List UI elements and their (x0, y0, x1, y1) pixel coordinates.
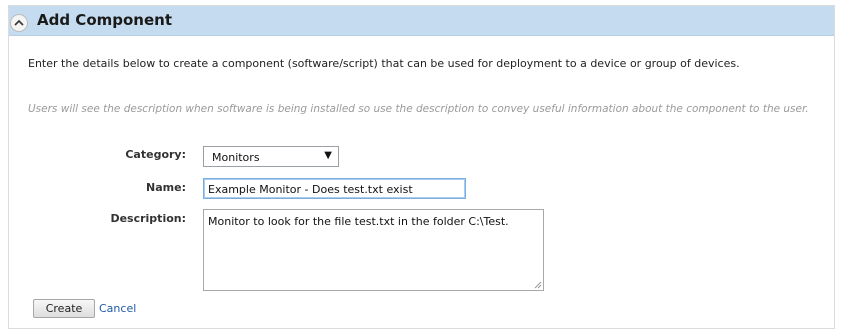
chevron-up-icon (14, 19, 24, 26)
add-component-panel: Add Component Enter the details below to… (8, 5, 835, 329)
description-textarea-value: Monitor to look for the file test.txt in… (208, 215, 509, 228)
name-input[interactable]: Example Monitor - Does test.txt exist (203, 178, 466, 199)
name-label: Name: (146, 181, 186, 194)
create-button[interactable]: Create (33, 299, 95, 318)
cancel-link[interactable]: Cancel (99, 302, 136, 315)
resize-grip-icon[interactable] (534, 281, 542, 289)
hint-text: Users will see the description when soft… (28, 103, 809, 115)
panel-title: Add Component (37, 11, 172, 29)
dropdown-arrow-icon: ▼ (324, 150, 332, 161)
description-label: Description: (110, 212, 186, 225)
category-label: Category: (125, 148, 186, 161)
collapse-button[interactable] (10, 14, 28, 32)
intro-text: Enter the details below to create a comp… (28, 57, 740, 70)
description-textarea[interactable]: Monitor to look for the file test.txt in… (203, 209, 544, 291)
panel-header: Add Component (9, 6, 834, 36)
category-selected-value: Monitors (212, 151, 260, 164)
name-input-value: Example Monitor - Does test.txt exist (208, 183, 413, 196)
category-select[interactable]: Monitors ▼ (203, 146, 339, 167)
